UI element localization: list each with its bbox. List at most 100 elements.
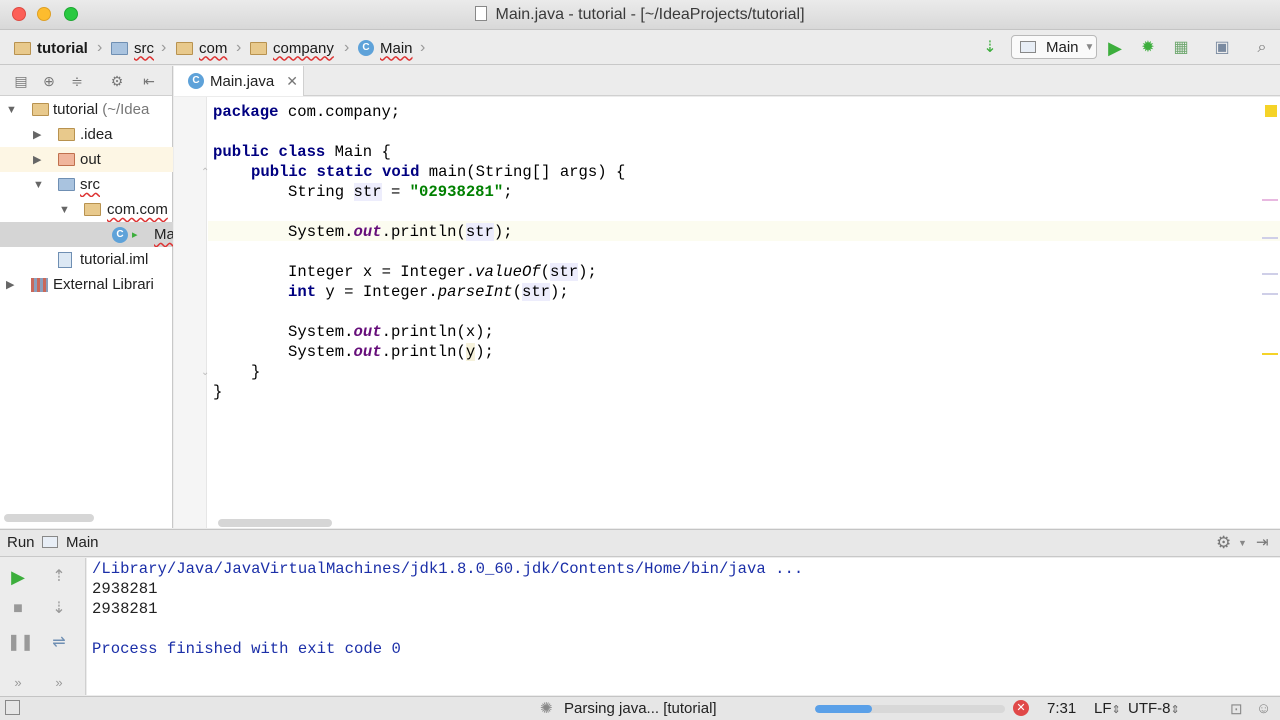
run-config-tab[interactable]: Main — [66, 534, 99, 551]
class-icon: C — [112, 226, 128, 243]
run-toolbar: ▶ ⇡ ■ ⇣ ❚❚ ⇌ » » — [0, 558, 86, 695]
tree-item-package[interactable]: ▼ com.com — [0, 197, 173, 222]
more-actions-icon[interactable]: » — [7, 672, 29, 694]
code-line-4: public static void main(String[] args) { — [251, 163, 626, 181]
code-line-14: } — [251, 363, 261, 381]
code-line-10: int y = Integer.parseInt(str); — [288, 283, 569, 301]
console-output-line: 2938281 — [92, 600, 158, 618]
tree-item-tutorial[interactable]: ▼ tutorial (~/Idea — [0, 97, 173, 122]
tree-item-iml[interactable]: tutorial.iml — [0, 247, 173, 272]
console-command-line: /Library/Java/JavaVirtualMachines/jdk1.8… — [92, 560, 804, 578]
class-icon: C — [358, 40, 374, 56]
cancel-task-icon[interactable]: ✕ — [1013, 700, 1029, 716]
chevron-right-icon: › — [161, 39, 167, 56]
encoding-select[interactable]: UTF-8⇕ — [1128, 700, 1180, 717]
collapsed-arrow-icon: ▶ — [33, 154, 42, 166]
error-stripe-mark[interactable] — [1262, 273, 1278, 275]
run-tab-label[interactable]: Run — [7, 534, 35, 551]
fold-icon[interactable]: ⌃ — [201, 167, 209, 178]
chevron-down-icon[interactable]: ▼ — [1238, 538, 1247, 548]
build-icon[interactable]: ⇣ — [979, 37, 1001, 59]
scroll-up-icon[interactable]: ⇡ — [48, 566, 70, 588]
code-line-3: public class Main { — [213, 143, 391, 161]
more-actions-icon[interactable]: » — [48, 672, 70, 694]
editor-tabs: C Main.java ✕ — [174, 66, 1280, 96]
breadcrumb-company[interactable]: company — [250, 38, 334, 58]
run-configuration-select[interactable]: Main ▼ — [1011, 35, 1097, 59]
stop-icon[interactable]: ■ — [7, 598, 29, 620]
tree-item-main[interactable]: C ▸ Ma — [0, 222, 173, 247]
tree-item-src[interactable]: ▼ src — [0, 172, 173, 197]
soft-wrap-icon[interactable]: ⇌ — [48, 632, 70, 654]
rerun-icon[interactable]: ▶ — [7, 566, 29, 588]
status-bar: ✺ Parsing java... [tutorial] ✕ 7:31 LF⇕ … — [0, 696, 1280, 720]
project-toolbar: ▤ ⊕ ≑ ⚙ ⇤ — [0, 66, 172, 96]
error-stripe-mark[interactable] — [1262, 293, 1278, 295]
inspection-status-icon[interactable] — [1265, 105, 1277, 117]
chevron-updown-icon: ⇕ — [1170, 704, 1180, 716]
coverage-icon[interactable]: ▦ — [1170, 37, 1192, 59]
code-line-15: } — [213, 383, 223, 401]
close-tab-icon[interactable]: ✕ — [286, 73, 298, 90]
code-line-13: System.out.println(y); — [288, 343, 494, 361]
collapsed-arrow-icon: ▶ — [33, 129, 42, 141]
breadcrumb-tutorial[interactable]: tutorial — [14, 38, 88, 58]
navigation-bar: tutorial › src › com › company › C Main ›… — [0, 31, 1280, 65]
chevron-right-icon: › — [236, 39, 242, 56]
project-folder-icon — [32, 103, 49, 116]
breadcrumb-com[interactable]: com — [176, 38, 227, 58]
console-exit-line: Process finished with exit code 0 — [92, 640, 401, 658]
tree-item-idea[interactable]: ▶ .idea — [0, 122, 173, 147]
package-icon — [250, 41, 267, 55]
breadcrumb-src[interactable]: src — [111, 38, 154, 58]
background-task-label[interactable]: Parsing java... [tutorial] — [564, 700, 717, 717]
hide-panel-icon[interactable]: ⇤ — [140, 72, 158, 90]
search-icon[interactable]: ⌕ — [1251, 37, 1273, 59]
lock-icon[interactable]: ⊡ — [1230, 700, 1243, 718]
tree-item-external-libraries[interactable]: ▶ External Librari — [0, 272, 173, 297]
tool-windows-icon[interactable] — [5, 700, 20, 715]
locate-icon[interactable]: ⊕ — [40, 72, 58, 90]
tab-main-java[interactable]: C Main.java ✕ — [174, 66, 304, 96]
project-horizontal-scrollbar[interactable] — [4, 514, 94, 522]
code-editor[interactable]: ⌃ ⌄ package com.company; public class Ma… — [174, 97, 1280, 528]
collapse-all-icon[interactable]: ≑ — [68, 72, 86, 90]
gear-icon[interactable]: ⚙ — [1216, 533, 1231, 553]
debug-icon[interactable]: ✹ — [1137, 37, 1159, 59]
progress-bar — [815, 705, 1005, 713]
excluded-folder-icon — [58, 153, 75, 166]
run-icon[interactable]: ▶ — [1104, 37, 1126, 59]
collapsed-arrow-icon: ▶ — [6, 279, 15, 291]
inspector-icon[interactable]: ☺ — [1256, 700, 1271, 717]
fold-icon[interactable]: ⌄ — [201, 367, 209, 378]
error-stripe-mark[interactable] — [1262, 199, 1278, 201]
chevron-right-icon: › — [420, 39, 426, 56]
console-output-line: 2938281 — [92, 580, 158, 598]
error-stripe-mark[interactable] — [1262, 237, 1278, 239]
caret-position[interactable]: 7:31 — [1047, 700, 1076, 717]
gear-icon[interactable]: ⚙ — [108, 72, 126, 90]
pause-icon[interactable]: ❚❚ — [7, 632, 34, 654]
class-icon: C — [188, 73, 204, 89]
chevron-right-icon: › — [344, 39, 350, 56]
breadcrumb-main[interactable]: C Main — [358, 38, 413, 58]
source-folder-icon — [58, 178, 75, 191]
code-line-5: String str = "02938281"; — [288, 183, 513, 201]
code-line-9: Integer x = Integer.valueOf(str); — [288, 263, 597, 281]
run-console[interactable]: /Library/Java/JavaVirtualMachines/jdk1.8… — [87, 558, 1280, 695]
project-view-icon[interactable]: ▤ — [12, 72, 30, 90]
editor-horizontal-scrollbar[interactable] — [218, 519, 332, 527]
title-bar: Main.java - tutorial - [~/IdeaProjects/t… — [0, 0, 1280, 30]
runnable-icon: ▸ — [132, 229, 138, 241]
hide-panel-icon[interactable]: ⇥ — [1256, 533, 1269, 551]
line-separator-select[interactable]: LF⇕ — [1094, 700, 1121, 717]
project-panel: ▤ ⊕ ≑ ⚙ ⇤ ▼ tutorial (~/Idea ▶ .idea ▶ o… — [0, 66, 173, 528]
library-icon — [31, 277, 48, 292]
loading-icon: ✺ — [540, 700, 553, 717]
code-line-12: System.out.println(x); — [288, 323, 494, 341]
project-structure-icon[interactable]: ▣ — [1211, 37, 1233, 59]
error-stripe-mark[interactable] — [1262, 353, 1278, 355]
tree-item-out[interactable]: ▶ out — [0, 147, 173, 172]
code-line-1: package com.company; — [213, 103, 401, 121]
scroll-down-icon[interactable]: ⇣ — [48, 598, 70, 620]
